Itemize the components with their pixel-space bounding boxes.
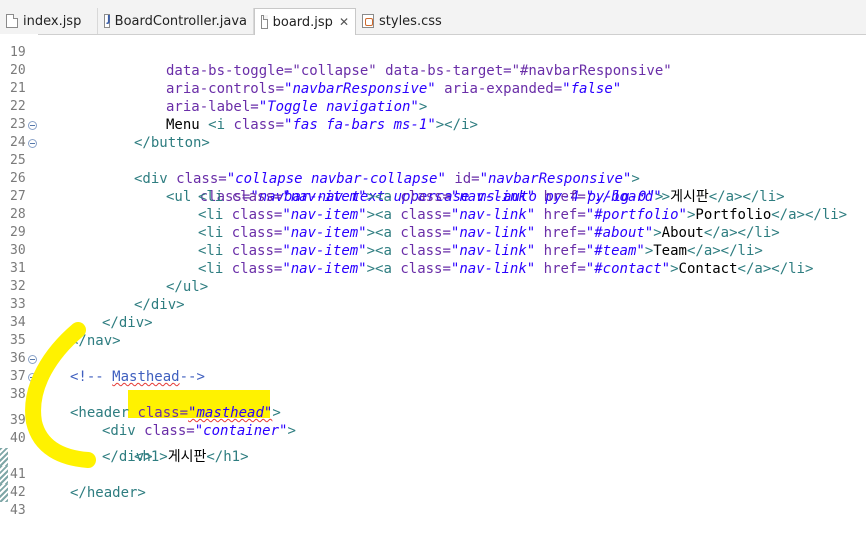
close-icon[interactable]: ✕ <box>339 15 349 29</box>
tab-boardcontroller-java[interactable]: BoardController.java <box>98 8 254 34</box>
editor-tab-bar: index.jsp BoardController.java board.jsp… <box>0 0 866 35</box>
yellow-bracket-annotation <box>25 322 96 468</box>
tab-label: styles.css <box>379 13 442 29</box>
tab-label: BoardController.java <box>114 13 247 29</box>
jsp-file-icon <box>261 15 268 29</box>
code-editor[interactable]: 19 data-bs-toggle="collapse" data-bs-tar… <box>0 34 866 518</box>
line-number: 43 <box>10 503 26 518</box>
css-file-icon <box>362 14 374 28</box>
java-file-icon <box>104 14 110 28</box>
tab-styles-css[interactable]: styles.css <box>356 8 456 34</box>
change-marker <box>0 484 8 502</box>
tab-label: board.jsp <box>272 14 333 30</box>
tab-board-jsp[interactable]: board.jsp ✕ <box>254 8 356 35</box>
code-text: </header> <box>70 485 146 501</box>
